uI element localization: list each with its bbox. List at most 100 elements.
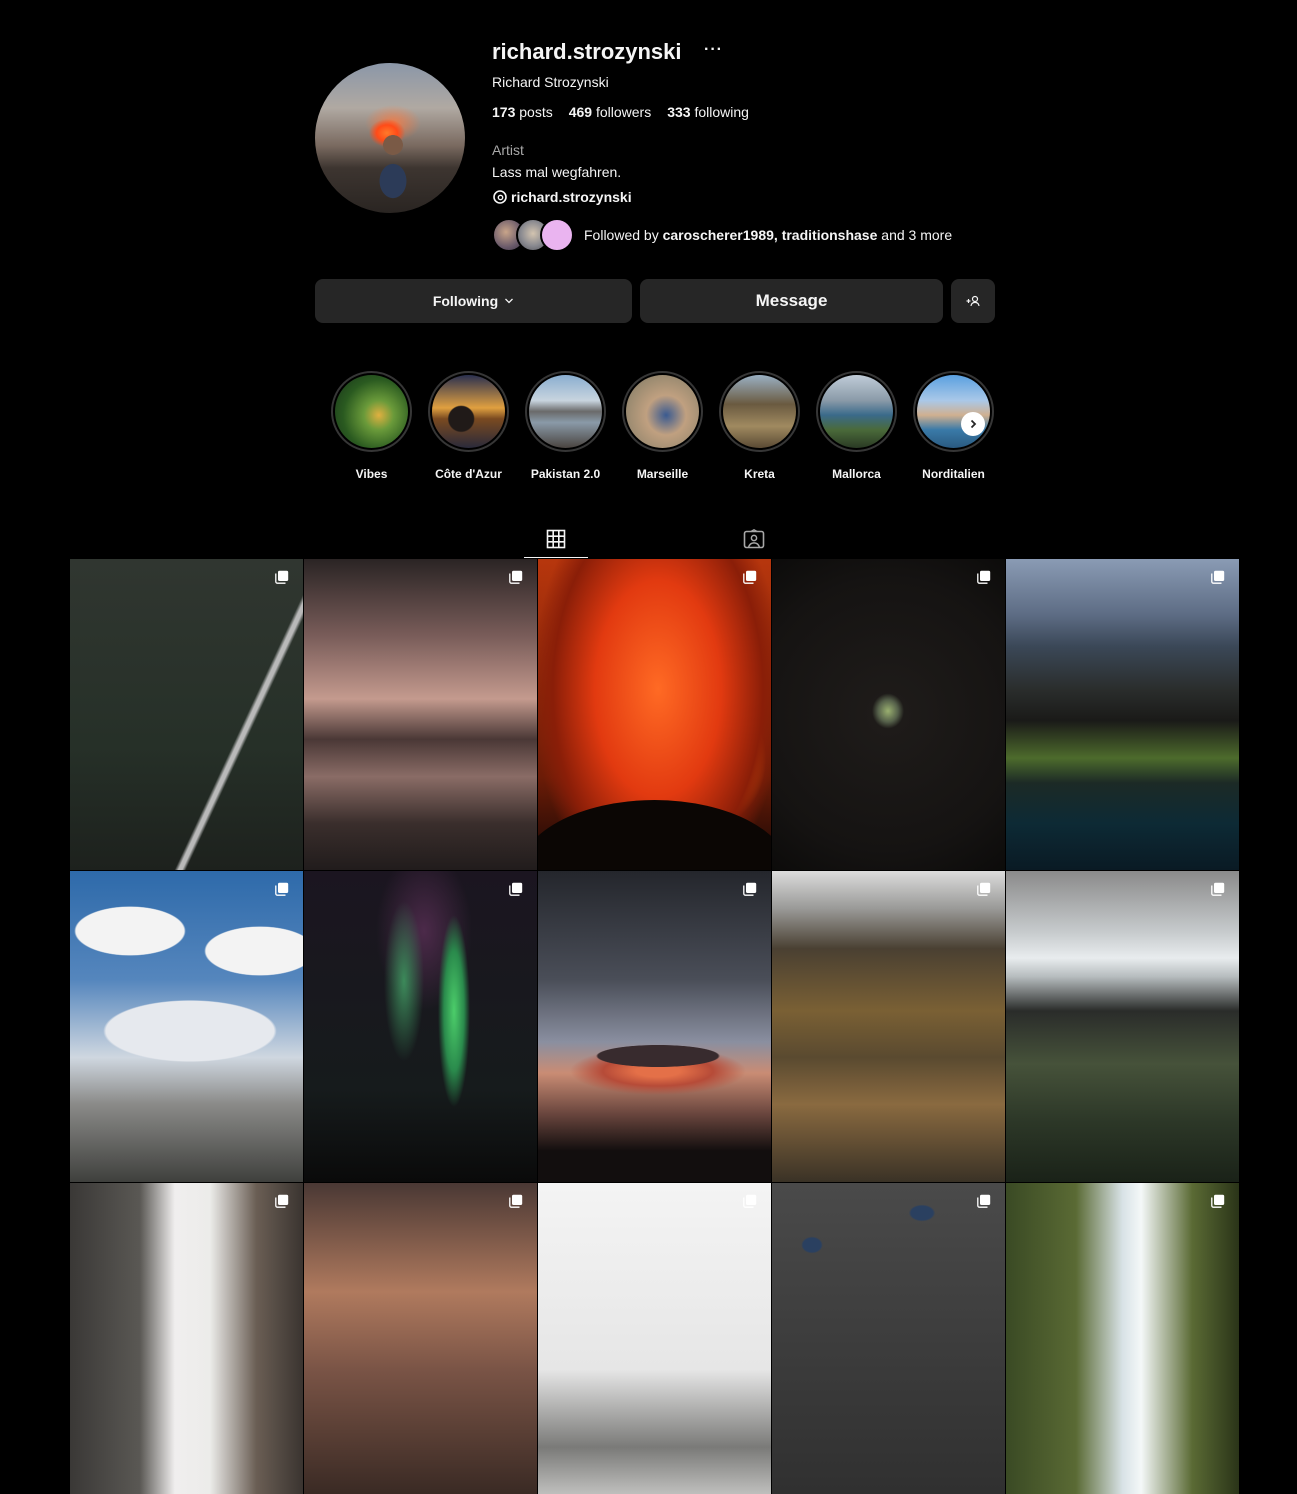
following-label: following (694, 104, 749, 120)
post-thumbnail[interactable] (304, 1183, 537, 1494)
multiple-images-icon (509, 570, 523, 584)
highlight-label: Norditalien (922, 467, 985, 481)
multiple-images-icon (743, 570, 757, 584)
highlights-next-button[interactable] (961, 412, 985, 436)
multiple-images-icon (509, 1194, 523, 1208)
profile-stats: 173 posts 469 followers 333 following (492, 104, 749, 120)
profile-avatar[interactable] (315, 63, 465, 213)
multiple-images-icon (275, 1194, 289, 1208)
post-thumbnail[interactable] (772, 871, 1005, 1182)
highlight-mallorca[interactable]: Mallorca (814, 371, 899, 481)
highlight-cover (432, 375, 505, 448)
highlight-ring (525, 371, 606, 452)
followed-by-user[interactable]: caroscherer1989 (663, 227, 774, 243)
post-thumbnail[interactable] (538, 559, 771, 870)
highlight-label: Vibes (355, 467, 388, 481)
highlight-marseille[interactable]: Marseille (620, 371, 705, 481)
multiple-images-icon (1211, 882, 1225, 896)
more-options-icon[interactable]: ··· (704, 41, 723, 59)
followed-by[interactable]: Followed by caroscherer1989, traditionsh… (492, 218, 952, 252)
followed-by-prefix: Followed by (584, 227, 659, 243)
highlight-label: Côte d'Azur (435, 467, 502, 481)
following-stat[interactable]: 333 following (667, 104, 749, 120)
highlight-cover (335, 375, 408, 448)
highlight-cote-dazur[interactable]: Côte d'Azur (426, 371, 511, 481)
highlight-ring (331, 371, 412, 452)
multiple-images-icon (1211, 1194, 1225, 1208)
multiple-images-icon (275, 570, 289, 584)
highlight-ring (913, 371, 994, 452)
highlight-cover (626, 375, 699, 448)
suggest-users-button[interactable] (951, 279, 995, 323)
post-thumbnail[interactable] (1006, 559, 1239, 870)
highlight-label: Kreta (744, 467, 775, 481)
followed-by-user[interactable]: traditionshase (782, 227, 878, 243)
tagged-icon (743, 528, 765, 548)
highlight-cover (820, 375, 893, 448)
highlight-vibes[interactable]: Vibes (329, 371, 414, 481)
tab-posts[interactable] (524, 520, 588, 558)
post-thumbnail[interactable] (772, 1183, 1005, 1494)
threads-handle: richard.strozynski (511, 189, 632, 205)
post-thumbnail[interactable] (70, 559, 303, 870)
profile-category: Artist (492, 142, 524, 158)
highlight-cover (723, 375, 796, 448)
grid-icon (546, 529, 566, 548)
following-button-label: Following (432, 293, 499, 309)
post-thumbnail[interactable] (1006, 871, 1239, 1182)
followers-count: 469 (568, 104, 593, 120)
highlight-label: Marseille (636, 467, 689, 481)
followed-by-separator: , (773, 227, 778, 243)
followers-stat[interactable]: 469 followers (569, 104, 652, 120)
multiple-images-icon (509, 882, 523, 896)
post-thumbnail[interactable] (70, 1183, 303, 1494)
post-thumbnail[interactable] (538, 1183, 771, 1494)
posts-count: 173 (492, 104, 516, 120)
message-button[interactable]: Message (640, 279, 943, 323)
highlight-cover (529, 375, 602, 448)
multiple-images-icon (743, 882, 757, 896)
following-count: 333 (667, 104, 691, 120)
highlight-kreta[interactable]: Kreta (717, 371, 802, 481)
highlight-ring (816, 371, 897, 452)
add-person-icon (966, 295, 980, 307)
multiple-images-icon (743, 1194, 757, 1208)
profile-full-name: Richard Strozynski (492, 74, 609, 90)
highlight-label: Pakistan 2.0 (530, 467, 601, 481)
chevron-right-icon (970, 419, 977, 429)
story-highlights: Vibes Côte d'Azur Pakistan 2.0 Marseille… (329, 371, 996, 481)
follower-avatar (540, 218, 574, 252)
highlight-cover (917, 375, 990, 448)
multiple-images-icon (275, 882, 289, 896)
following-button[interactable]: Following (315, 279, 632, 323)
post-thumbnail[interactable] (304, 871, 537, 1182)
profile-username: richard.strozynski (492, 39, 682, 64)
followers-label: followers (595, 104, 652, 120)
post-thumbnail[interactable] (1006, 1183, 1239, 1494)
multiple-images-icon (977, 570, 991, 584)
post-thumbnail[interactable] (772, 559, 1005, 870)
posts-grid (70, 559, 1239, 1494)
followed-by-suffix: and 3 more (881, 227, 953, 243)
profile-tabs (0, 520, 1297, 558)
multiple-images-icon (977, 1194, 991, 1208)
tab-tagged[interactable] (722, 520, 786, 557)
highlight-ring (622, 371, 703, 452)
highlight-ring (719, 371, 800, 452)
post-thumbnail[interactable] (304, 559, 537, 870)
highlight-pakistan[interactable]: Pakistan 2.0 (523, 371, 608, 481)
chevron-down-icon (505, 298, 514, 304)
post-thumbnail[interactable] (538, 871, 771, 1182)
threads-link[interactable]: richard.strozynski (492, 189, 632, 205)
posts-stat: 173 posts (492, 104, 553, 120)
message-button-label: Message (755, 291, 828, 310)
posts-label: posts (519, 104, 553, 120)
multiple-images-icon (1211, 570, 1225, 584)
post-thumbnail[interactable] (70, 871, 303, 1182)
profile-bio: Lass mal wegfahren. (492, 164, 622, 180)
highlight-ring (428, 371, 509, 452)
highlight-label: Mallorca (832, 467, 881, 481)
threads-icon (493, 190, 507, 204)
followed-by-text: Followed by caroscherer1989, traditionsh… (584, 227, 952, 243)
multiple-images-icon (977, 882, 991, 896)
